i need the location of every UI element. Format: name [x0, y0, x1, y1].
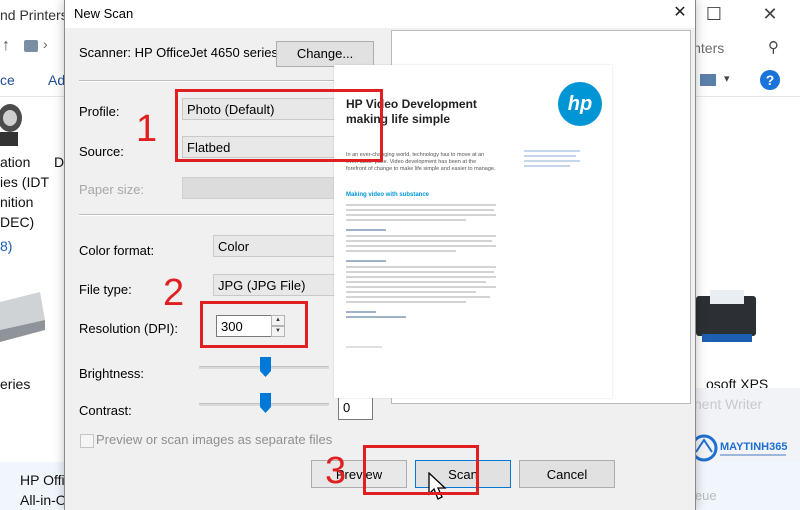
scanner-device-icon[interactable]: [0, 290, 45, 350]
annotation-box-profile-source: [175, 89, 383, 162]
contrast-label: Contrast:: [79, 403, 132, 418]
document-body-text: [346, 204, 496, 348]
device-label-line: ation: [0, 154, 31, 170]
file-type-label: File type:: [79, 282, 132, 297]
hp-logo-icon: hp: [558, 82, 602, 126]
toolbar-item[interactable]: ce: [0, 72, 15, 88]
annotation-box-preview: [363, 445, 479, 495]
device-label-line: D: [54, 154, 65, 170]
help-icon[interactable]: ?: [760, 70, 780, 90]
chevron-down-icon[interactable]: ▾: [724, 72, 730, 85]
cancel-button[interactable]: Cancel: [519, 460, 615, 488]
color-format-value: Color: [218, 239, 250, 254]
device-label: eries: [0, 376, 31, 392]
separate-files-checkbox[interactable]: [80, 434, 94, 448]
device-label-line: ies (IDT: [0, 174, 49, 190]
scanner-label: Scanner: HP OfficeJet 4650 series...: [79, 45, 289, 60]
device-label: nent Writer: [694, 396, 763, 412]
maximize-icon[interactable]: ☐: [700, 2, 728, 26]
svg-text:MAYTINH365: MAYTINH365: [720, 441, 787, 453]
background-window-title: nd Printers: [0, 7, 68, 23]
divider: [79, 80, 373, 82]
source-label: Source:: [79, 144, 124, 159]
contrast-input[interactable]: 0: [338, 396, 373, 420]
dialog-titlebar: [65, 0, 695, 28]
device-label-line: DEC): [0, 214, 35, 230]
dialog-title: New Scan: [74, 6, 134, 21]
search-icon[interactable]: ⚲: [768, 38, 779, 56]
device-label-line: nition: [0, 194, 34, 210]
separate-files-label: Preview or scan images as separate files: [96, 432, 333, 447]
annotation-number: 2: [163, 272, 185, 314]
change-scanner-button[interactable]: Change...: [276, 41, 374, 67]
up-arrow-icon[interactable]: ↑: [2, 37, 10, 55]
annotation-number: 3: [325, 450, 347, 492]
contrast-slider-thumb[interactable]: [260, 393, 271, 413]
document-subheading: Making video with substance: [346, 192, 430, 198]
divider: [79, 214, 373, 216]
status-line: All-in-O: [20, 492, 67, 508]
control-panel-icon: [24, 40, 38, 52]
color-format-label: Color format:: [79, 243, 155, 258]
brightness-label: Brightness:: [79, 366, 145, 381]
close-icon[interactable]: ✕: [669, 2, 691, 24]
profile-label: Profile:: [79, 104, 120, 119]
toolbar-item[interactable]: Ad: [48, 72, 65, 88]
annotation-number: 1: [136, 108, 158, 150]
view-options-icon[interactable]: [700, 74, 716, 86]
file-type-value: JPG (JPG File): [218, 278, 306, 293]
annotation-box-resolution: [200, 301, 308, 348]
breadcrumb-chevron-icon[interactable]: ›: [43, 36, 48, 52]
device-label-line: 8): [0, 238, 13, 254]
resolution-label: Resolution (DPI):: [79, 321, 178, 336]
close-icon[interactable]: ✕: [756, 2, 784, 26]
paper-size-label: Paper size:: [79, 182, 145, 197]
brightness-slider-thumb[interactable]: [260, 357, 271, 377]
webcam-device-icon[interactable]: [0, 100, 30, 150]
printer-device-icon[interactable]: [692, 288, 760, 348]
document-sidebar-text: [524, 150, 582, 167]
status-line: HP Offi: [20, 472, 65, 488]
